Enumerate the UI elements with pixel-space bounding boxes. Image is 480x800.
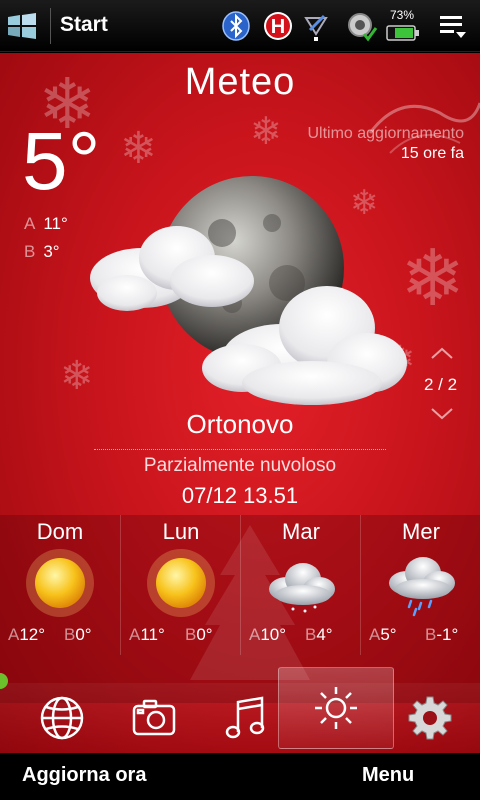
rain-cloud-icon	[389, 557, 455, 617]
launcher-internet[interactable]	[14, 683, 110, 753]
today-low: B 3°	[24, 242, 60, 262]
forecast-high: 11°	[140, 625, 165, 644]
forecast-low-label: B	[185, 625, 197, 644]
globe-icon	[40, 696, 84, 740]
signal-icon[interactable]	[300, 10, 332, 42]
start-label[interactable]: Start	[60, 13, 108, 37]
forecast-day[interactable]: Lun A11° B0°	[120, 515, 240, 655]
bluetooth-icon[interactable]	[220, 10, 252, 42]
forecast-high-label: A	[369, 625, 381, 644]
forecast-high-label: A	[8, 625, 20, 644]
launcher-weather[interactable]	[278, 667, 394, 749]
forecast-low: 0°	[75, 625, 92, 644]
forecast-high-label: A	[249, 625, 261, 644]
forecast-day-name: Mar	[282, 519, 320, 544]
divider	[94, 449, 386, 450]
status-separator	[50, 8, 51, 44]
battery-percent: 73%	[390, 8, 415, 22]
update-label: Ultimo aggiornamento	[307, 125, 464, 142]
forecast-high: 5°	[380, 625, 397, 644]
status-bar: Start H 73%	[0, 0, 480, 52]
forecast-low: 0°	[196, 625, 213, 644]
low-value: 3°	[43, 242, 60, 261]
sun-icon	[147, 549, 215, 617]
forecast-day[interactable]: Dom A12° B0°	[0, 515, 120, 655]
forecast-day-name: Dom	[36, 519, 84, 544]
forecast-high: 10°	[260, 625, 287, 644]
condition-text: Parzialmente nuvoloso	[143, 455, 337, 476]
today-high: A 11°	[24, 214, 68, 234]
page-indicator: 2 / 2	[424, 375, 458, 394]
launcher-bar	[0, 667, 480, 753]
forecast-strip: Dom A12° B0° Lun A11° B0° Mar A10° B4° M…	[0, 515, 480, 703]
launcher-settings[interactable]	[382, 683, 478, 753]
city-name[interactable]: Ortonovo	[0, 409, 480, 440]
menu-icon[interactable]	[438, 12, 468, 40]
high-label: A	[24, 214, 36, 233]
forecast-low: 4°	[316, 625, 333, 644]
forecast-day-name: Lun	[162, 519, 200, 544]
snowflake-icon: ❄	[250, 111, 282, 153]
app-title: Meteo	[184, 61, 296, 103]
launcher-camera[interactable]	[106, 683, 202, 753]
windows-start-icon[interactable]	[6, 11, 40, 41]
camera-icon	[132, 699, 176, 736]
forecast-low: -1°	[436, 625, 459, 644]
moon-cloud-icon[interactable]	[82, 153, 412, 423]
forecast-low-label: B	[425, 625, 437, 644]
chevron-up-icon[interactable]	[430, 346, 454, 360]
battery-icon[interactable]	[386, 24, 420, 42]
sync-icon[interactable]	[346, 10, 378, 42]
datetime-text: 07/12 13.51	[181, 483, 299, 508]
low-label: B	[24, 242, 36, 261]
forecast-day-name: Mer	[402, 519, 440, 544]
weather-panel: ❄ ❄ ❄ ❄ ❄ ❄ ❄ Meteo Ultimo aggiornamento…	[0, 53, 480, 753]
high-value: 11°	[43, 214, 68, 233]
weather-sun-icon	[315, 687, 357, 729]
music-icon	[225, 696, 265, 739]
settings-gear-icon	[408, 696, 452, 740]
menu-button[interactable]: Menu	[362, 764, 414, 787]
cloud-icon	[269, 563, 335, 613]
forecast-low-label: B	[305, 625, 317, 644]
softkey-bar: Aggiorna ora Menu	[0, 753, 480, 800]
forecast-high-label: A	[129, 625, 141, 644]
forecast-day[interactable]: Mer A5° B-1°	[360, 515, 480, 655]
forecast-low-label: B	[64, 625, 76, 644]
forecast-day[interactable]: Mar A10° B4°	[240, 515, 360, 655]
update-now-button[interactable]: Aggiorna ora	[22, 764, 146, 787]
hsdpa-icon[interactable]: H	[262, 10, 294, 42]
sun-icon	[26, 549, 94, 617]
forecast-high: 12°	[19, 625, 46, 644]
svg-text:H: H	[271, 16, 285, 38]
